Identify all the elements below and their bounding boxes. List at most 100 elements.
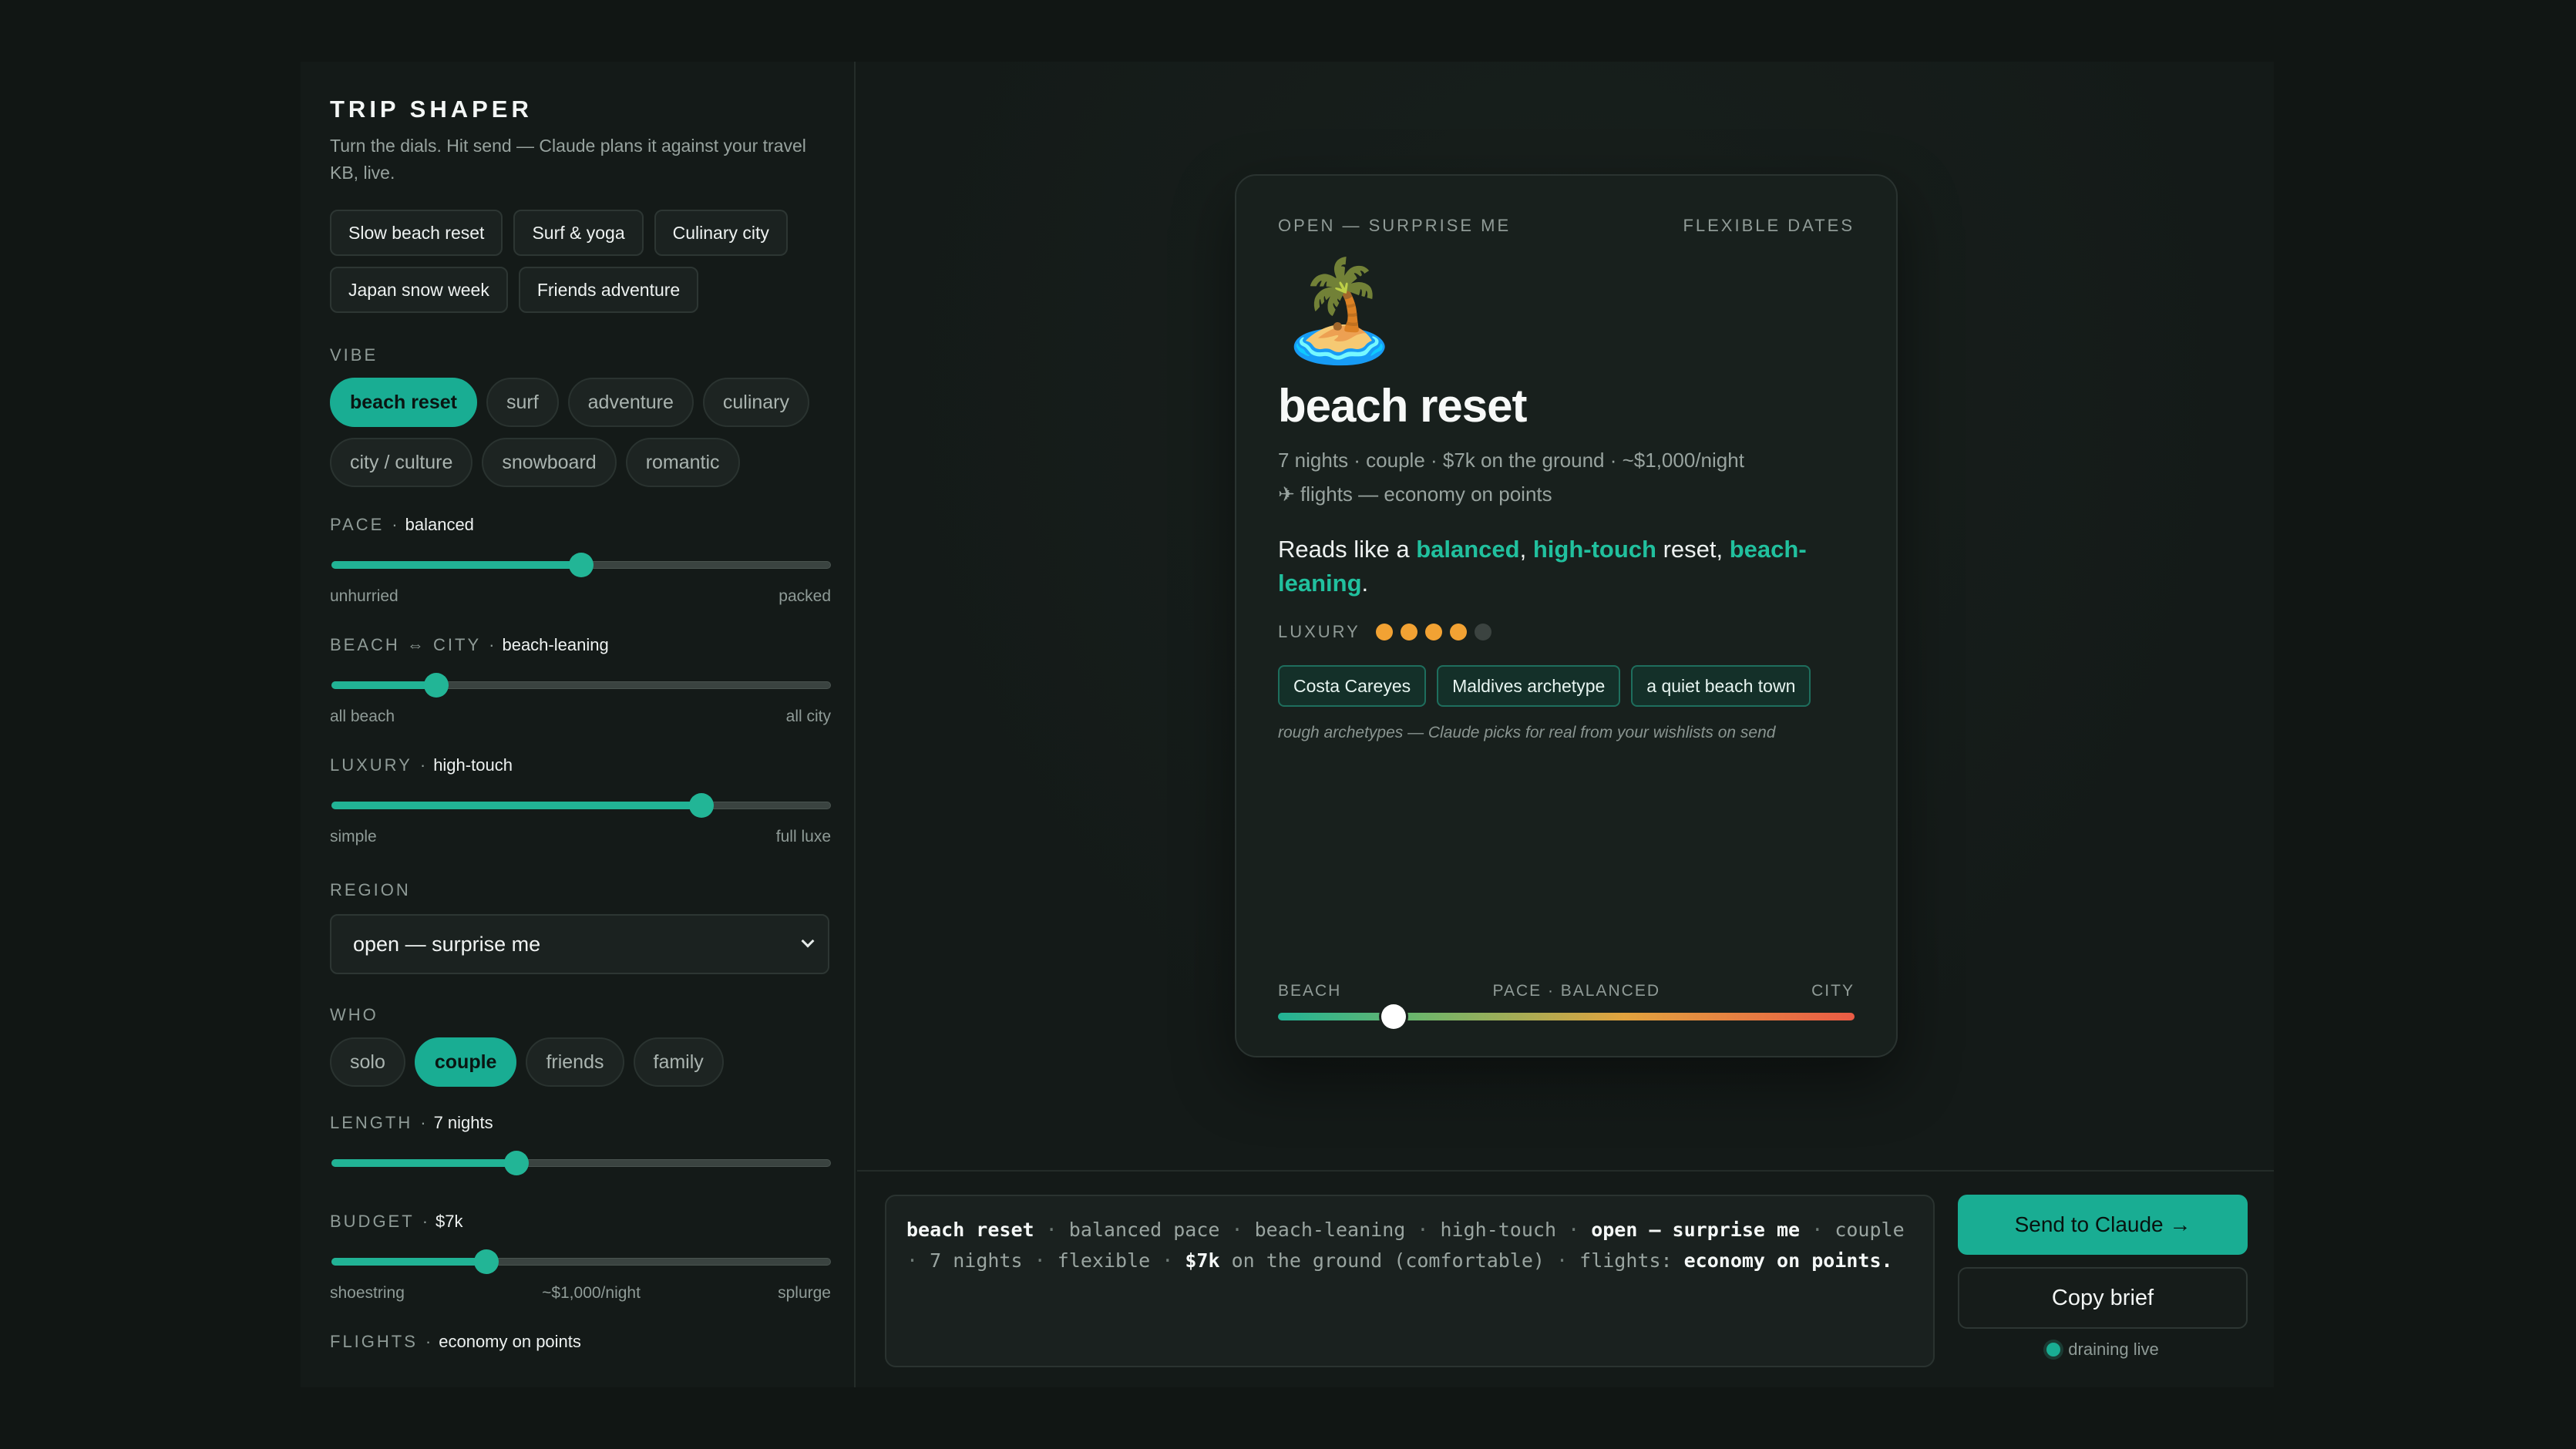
reads-comma: , xyxy=(1519,536,1533,563)
brief-vibe: beach reset xyxy=(906,1219,1034,1241)
brief-sep: · xyxy=(906,1249,919,1272)
vibe-chip-beach-reset[interactable]: beach reset xyxy=(330,378,477,427)
brief-sep: · xyxy=(1556,1249,1569,1272)
beach-city-label-text: BEACH ⇔ CITY xyxy=(330,635,482,654)
brief-length: 7 nights xyxy=(930,1249,1023,1272)
chevron-down-icon xyxy=(801,934,815,948)
app-subtitle: Turn the dials. Hit send — Claude plans … xyxy=(330,136,806,183)
beach-city-label: BEACH ⇔ CITY · beach-leaning xyxy=(330,635,826,655)
beach-city-slider[interactable] xyxy=(331,669,831,700)
who-chip-family[interactable]: family xyxy=(633,1037,724,1087)
length-label-text: LENGTH xyxy=(330,1113,413,1132)
card-header: OPEN — SURPRISE ME FLEXIBLE DATES xyxy=(1278,216,1855,236)
budget-label: BUDGET · $7k xyxy=(330,1212,826,1232)
preset-culinary-city[interactable]: Culinary city xyxy=(654,210,788,256)
budget-slider-thumb[interactable] xyxy=(473,1249,499,1274)
who-options: solo couple friends family xyxy=(330,1037,839,1087)
tag-costa-careyes: Costa Careyes xyxy=(1278,665,1427,707)
beach-city-max-label: all city xyxy=(785,708,831,725)
tag-maldives-archetype: Maldives archetype xyxy=(1437,665,1621,707)
length-value: 7 nights xyxy=(433,1113,493,1132)
luxury-ends: simple full luxe xyxy=(330,828,831,846)
pace-max-label: packed xyxy=(779,587,831,605)
status-text: draining live xyxy=(2068,1340,2159,1359)
preset-surf-yoga[interactable]: Surf & yoga xyxy=(513,210,644,256)
who-chip-friends[interactable]: friends xyxy=(526,1037,624,1087)
rating-dot xyxy=(1449,624,1467,640)
region-label: REGION xyxy=(330,880,826,900)
brief-sep: · xyxy=(1568,1219,1580,1241)
preset-japan-snow-week[interactable]: Japan snow week xyxy=(330,267,508,313)
brief-budget-rest: on the ground (comfortable) xyxy=(1231,1249,1545,1272)
preset-friends-adventure[interactable]: Friends adventure xyxy=(518,267,699,313)
reads-pace: balanced xyxy=(1416,536,1520,563)
archetype-note: rough archetypes — Claude picks for real… xyxy=(1278,724,1776,741)
tag-quiet-beach-town: a quiet beach town xyxy=(1631,665,1811,707)
preset-slow-beach-reset[interactable]: Slow beach reset xyxy=(330,210,503,256)
vibe-chip-snowboard[interactable]: snowboard xyxy=(482,438,617,487)
card-meta: 7 nights · couple · $7k on the ground · … xyxy=(1278,443,1855,511)
pace-slider-thumb[interactable] xyxy=(569,553,594,577)
vibe-chip-romantic[interactable]: romantic xyxy=(625,438,740,487)
card-dates: FLEXIBLE DATES xyxy=(1683,216,1855,235)
luxury-slider[interactable] xyxy=(331,789,831,820)
vibe-chip-adventure[interactable]: adventure xyxy=(567,378,694,427)
vibe-chip-surf[interactable]: surf xyxy=(486,378,559,427)
who-chip-couple[interactable]: couple xyxy=(414,1037,517,1087)
beach-city-gauge: BEACH PACE · BALANCED CITY xyxy=(1278,982,1855,1029)
brief-sep: · xyxy=(1034,1249,1046,1272)
archetype-tags: Costa Careyes Maldives archetype a quiet… xyxy=(1278,665,1855,707)
budget-separator: · xyxy=(422,1212,429,1231)
budget-label-text: BUDGET xyxy=(330,1212,415,1231)
luxury-slider-fill xyxy=(331,802,701,809)
status-dot-icon xyxy=(2046,1343,2061,1357)
flights-value: economy on points xyxy=(439,1332,581,1351)
beach-city-slider-thumb[interactable] xyxy=(424,673,449,698)
length-slider[interactable] xyxy=(331,1147,831,1178)
brief-sep: · xyxy=(1417,1219,1429,1241)
trip-card: OPEN — SURPRISE ME FLEXIBLE DATES 🏝️ bea… xyxy=(1235,174,1898,1057)
pace-label: PACE · balanced xyxy=(330,515,826,535)
app-window: TRIP SHAPER Turn the dials. Hit send — C… xyxy=(301,62,2274,1387)
pace-min-label: unhurried xyxy=(330,587,399,605)
beach-city-value: beach-leaning xyxy=(502,635,609,654)
length-slider-thumb[interactable] xyxy=(503,1151,529,1175)
budget-slider[interactable] xyxy=(331,1246,831,1276)
brief-budget: $7k xyxy=(1185,1249,1220,1272)
reads-mid: reset, xyxy=(1656,536,1730,563)
brief-text: beach reset · balanced pace · beach-lean… xyxy=(885,1195,1935,1367)
budget-mid-label: ~$1,000/night xyxy=(542,1284,641,1302)
brief-dates: flexible xyxy=(1057,1249,1151,1272)
copy-brief-button[interactable]: Copy brief xyxy=(1958,1267,2248,1329)
budget-value: $7k xyxy=(435,1212,463,1231)
gauge-center-label: PACE · BALANCED xyxy=(1492,982,1660,1000)
luxury-value: high-touch xyxy=(433,755,513,775)
beach-city-ends: all beach all city xyxy=(330,708,831,726)
reads-end: . xyxy=(1361,570,1369,597)
budget-max-label: splurge xyxy=(778,1284,831,1302)
card-title: beach reset xyxy=(1278,380,1528,432)
preset-list: Slow beach reset Surf & yoga Culinary ci… xyxy=(330,210,823,313)
luxury-label-text: LUXURY xyxy=(330,755,412,775)
card-reads-like: Reads like a balanced, high-touch reset,… xyxy=(1278,533,1833,600)
region-label-text: REGION xyxy=(330,880,411,899)
luxury-rating-label: LUXURY xyxy=(1278,622,1360,641)
card-region: OPEN — SURPRISE ME xyxy=(1278,216,1512,235)
luxury-slider-thumb[interactable] xyxy=(688,793,714,818)
luxury-max-label: full luxe xyxy=(775,828,831,846)
vibe-chip-culinary[interactable]: culinary xyxy=(702,378,810,427)
pace-slider[interactable] xyxy=(331,549,831,580)
send-to-claude-button[interactable]: Send to Claude → xyxy=(1958,1195,2248,1255)
gauge-right-label: CITY xyxy=(1811,982,1855,1000)
pace-value: balanced xyxy=(405,515,474,534)
who-chip-solo[interactable]: solo xyxy=(330,1037,405,1087)
vibe-chip-city-culture[interactable]: city / culture xyxy=(330,438,473,487)
brief-region: open — surprise me xyxy=(1591,1219,1801,1241)
pace-ends: unhurried packed xyxy=(330,587,831,606)
luxury-label: LUXURY · high-touch xyxy=(330,755,826,775)
region-select[interactable]: open — surprise me xyxy=(330,914,829,974)
sidebar: TRIP SHAPER Turn the dials. Hit send — C… xyxy=(301,62,856,1387)
beach-city-min-label: all beach xyxy=(330,708,395,725)
preview-area: OPEN — SURPRISE ME FLEXIBLE DATES 🏝️ bea… xyxy=(857,62,2274,1170)
flights-separator: · xyxy=(425,1332,432,1351)
